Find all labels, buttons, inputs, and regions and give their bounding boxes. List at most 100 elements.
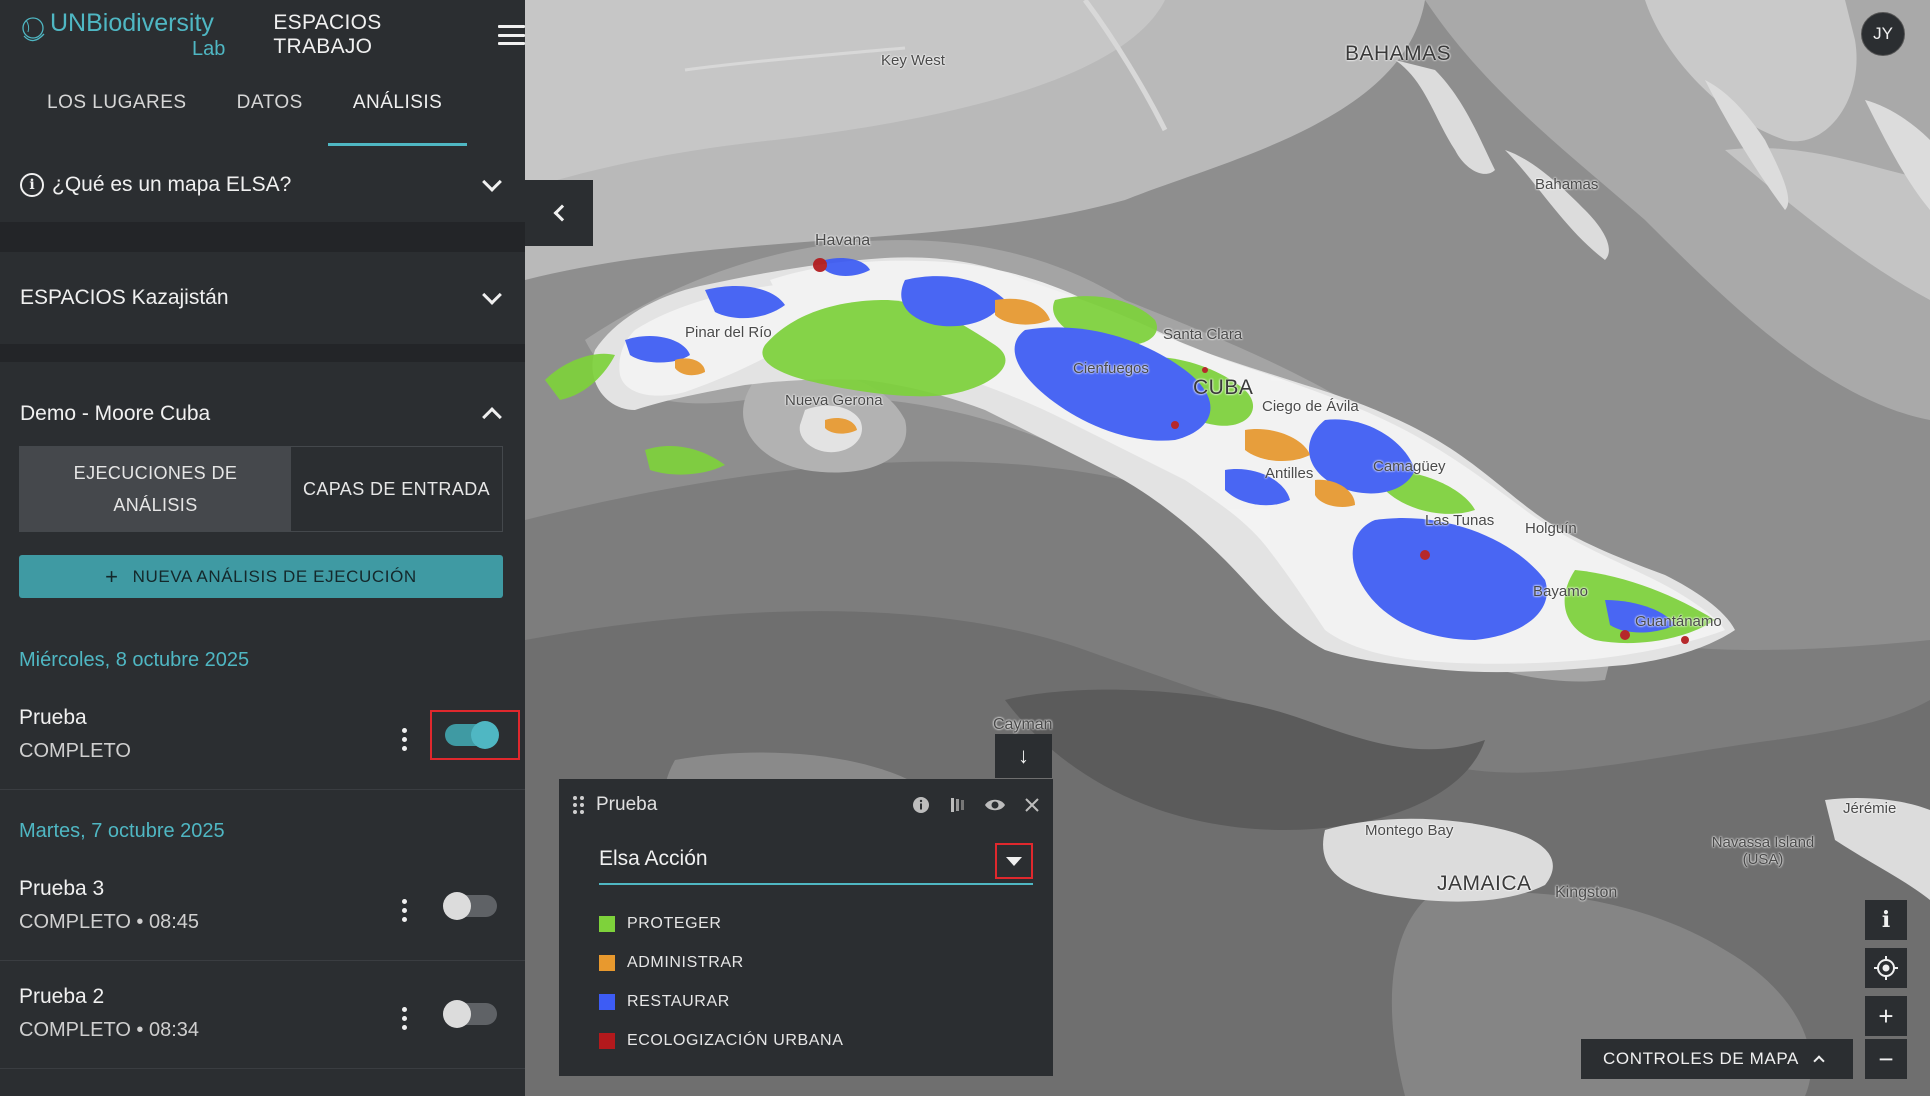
app-logo[interactable]: UNBiodiversity Lab: [20, 10, 233, 60]
collapse-legend-button[interactable]: ↓: [995, 734, 1052, 778]
legend-layer-select[interactable]: Elsa Acción: [599, 843, 1033, 885]
chevron-up-icon: [1813, 1055, 1825, 1067]
opacity-icon[interactable]: [947, 794, 969, 816]
workspace-menu-label[interactable]: ESPACIOS TRABAJO: [273, 11, 479, 59]
new-run-label: NUEVA ANÁLISIS DE EJECUCIÓN: [132, 566, 417, 586]
plus-icon: +: [105, 563, 119, 589]
run-status: COMPLETO: [19, 740, 131, 762]
zoom-out-button[interactable]: −: [1865, 1039, 1907, 1079]
run-visibility-toggle[interactable]: [443, 1000, 497, 1028]
info-icon[interactable]: [910, 794, 932, 816]
section-divider: [0, 344, 525, 362]
legend-item-label: PROTEGER: [627, 914, 722, 932]
legend-panel: Prueba Elsa Acción PROTEGER ADMINISTRAR …: [559, 779, 1053, 1076]
logo-globe-icon: [22, 17, 45, 42]
run-name: Prueba 2: [19, 985, 105, 1008]
elsa-help-accordion[interactable]: i ¿Qué es un mapa ELSA?: [0, 148, 525, 222]
legend-title: Prueba: [596, 794, 658, 815]
chevron-down-icon: [482, 172, 502, 192]
legend-items: PROTEGER ADMINISTRAR RESTAURAR ECOLOGIZA…: [599, 904, 843, 1060]
map-label: Holguín: [1525, 520, 1577, 537]
kebab-menu-icon[interactable]: [400, 728, 408, 751]
info-icon: i: [20, 173, 44, 197]
dropdown-caret-icon[interactable]: [995, 843, 1033, 879]
project-label: Demo - Moore Cuba: [20, 402, 211, 425]
run-item: Prueba COMPLETO: [0, 706, 525, 790]
map-label: Pinar del Río: [685, 324, 772, 341]
arrow-down-icon: ↓: [1018, 743, 1029, 768]
tab-places[interactable]: LOS LUGARES: [22, 70, 212, 148]
top-bar: UNBiodiversity Lab ESPACIOS TRABAJO: [0, 0, 525, 70]
map-label: Nueva Gerona: [785, 392, 883, 409]
map-label: Guantánamo: [1635, 613, 1722, 630]
map-label: BAHAMAS: [1345, 42, 1452, 65]
chevron-left-icon: [553, 204, 571, 222]
legend-swatch: [599, 915, 615, 932]
tab-analysis[interactable]: ANÁLISIS: [327, 70, 468, 148]
map-label: Havana: [815, 232, 871, 249]
drag-handle-icon[interactable]: [573, 796, 584, 814]
map-label: Key West: [881, 52, 945, 69]
map-controls-toggle[interactable]: CONTROLES DE MAPA: [1581, 1039, 1853, 1079]
map-label: Ciego de Ávila: [1262, 398, 1359, 415]
legend-item: RESTAURAR: [599, 982, 843, 1021]
run-item: Prueba 2 COMPLETO • 08:34: [0, 985, 525, 1069]
legend-item-label: ADMINISTRAR: [627, 953, 744, 971]
run-visibility-toggle[interactable]: [445, 721, 499, 749]
new-analysis-run-button[interactable]: + NUEVA ANÁLISIS DE EJECUCIÓN: [19, 555, 503, 598]
legend-swatch: [599, 1032, 615, 1049]
map-label: Antilles: [1265, 465, 1314, 482]
elsa-help-label: ¿Qué es un mapa ELSA?: [52, 173, 292, 196]
map-controls-label: CONTROLES DE MAPA: [1603, 1049, 1799, 1068]
segment-analysis-runs[interactable]: EJECUCIONES DE ANÁLISIS: [20, 447, 291, 531]
map-label: Cienfuegos: [1073, 360, 1149, 377]
legend-item: PROTEGER: [599, 904, 843, 943]
map-label: Santa Clara: [1163, 326, 1243, 343]
map-label: Bahamas: [1535, 176, 1599, 193]
zoom-in-button[interactable]: +: [1865, 996, 1907, 1036]
main-tabs: LOS LUGARES DATOS ANÁLISIS: [0, 70, 525, 148]
run-status: COMPLETO • 08:34: [19, 1019, 200, 1041]
map-label: CUBA: [1193, 376, 1254, 399]
space-label: ESPACIOS Kazajistán: [20, 286, 229, 309]
run-date-header: Martes, 7 octubre 2025: [19, 820, 225, 842]
segment-input-layers[interactable]: CAPAS DE ENTRADA: [291, 447, 502, 531]
space-accordion[interactable]: ESPACIOS Kazajistán: [0, 252, 525, 344]
section-divider: [0, 222, 525, 252]
locate-button[interactable]: [1865, 948, 1907, 988]
collapse-sidebar-button[interactable]: [525, 180, 593, 246]
map-label: Cayman: [993, 716, 1053, 733]
run-name: Prueba 3: [19, 877, 105, 900]
legend-swatch: [599, 954, 615, 971]
analysis-view-switch: EJECUCIONES DE ANÁLISIS CAPAS DE ENTRADA: [19, 446, 503, 532]
map-label: JAMAICA: [1437, 872, 1532, 895]
kebab-menu-icon[interactable]: [400, 899, 408, 922]
map-label: Navassa Island (USA): [1711, 834, 1815, 868]
close-icon[interactable]: [1021, 794, 1043, 816]
info-icon: i: [1881, 907, 1891, 933]
map-label: Montego Bay: [1365, 822, 1454, 839]
eye-icon[interactable]: [984, 794, 1006, 816]
logo-sub: Lab: [192, 38, 226, 60]
plus-icon: +: [1878, 1000, 1894, 1031]
legend-item: ADMINISTRAR: [599, 943, 843, 982]
map-info-button[interactable]: i: [1865, 900, 1907, 940]
crosshair-icon: [1874, 956, 1898, 980]
legend-item-label: ECOLOGIZACIÓN URBANA: [627, 1031, 844, 1049]
legend-select-value: Elsa Acción: [599, 847, 708, 870]
run-item: Prueba 3 COMPLETO • 08:45: [0, 877, 525, 961]
map-label: Jérémie: [1843, 800, 1897, 817]
legend-swatch: [599, 993, 615, 1010]
user-avatar[interactable]: JY: [1861, 12, 1905, 56]
kebab-menu-icon[interactable]: [400, 1007, 408, 1030]
hamburger-menu-icon[interactable]: [497, 25, 525, 45]
logo-text: UNBiodiversity: [50, 9, 214, 37]
map-label: Camagüey: [1373, 458, 1446, 475]
sidebar: UNBiodiversity Lab ESPACIOS TRABAJO LOS …: [0, 0, 525, 1096]
legend-item: ECOLOGIZACIÓN URBANA: [599, 1021, 843, 1060]
tab-data[interactable]: DATOS: [212, 70, 328, 148]
legend-item-label: RESTAURAR: [627, 992, 730, 1010]
run-visibility-toggle[interactable]: [443, 892, 497, 920]
map-label: Kingston: [1555, 884, 1618, 901]
chevron-down-icon: [482, 285, 502, 305]
